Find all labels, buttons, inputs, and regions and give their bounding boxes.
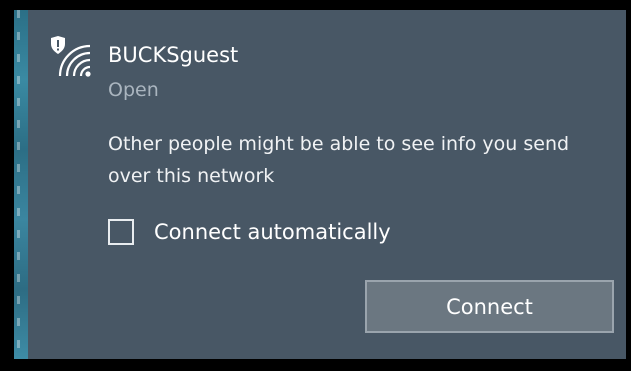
network-item: BUCKSguest Open Other people might be ab… — [28, 10, 626, 359]
connect-automatically-option[interactable]: Connect automatically — [108, 216, 391, 248]
screenshot-frame: BUCKSguest Open Other people might be ab… — [0, 0, 631, 371]
network-name: BUCKSguest — [108, 43, 239, 67]
connect-button[interactable]: Connect — [365, 280, 614, 333]
network-flyout-panel: BUCKSguest Open Other people might be ab… — [14, 10, 626, 359]
connect-automatically-checkbox[interactable] — [108, 219, 134, 245]
desktop-background-strip — [14, 10, 28, 359]
connect-automatically-label[interactable]: Connect automatically — [154, 218, 391, 246]
wifi-shield-icon — [48, 34, 94, 80]
security-warning-text: Other people might be able to see info y… — [108, 133, 570, 187]
network-security-status: Open — [108, 79, 159, 101]
